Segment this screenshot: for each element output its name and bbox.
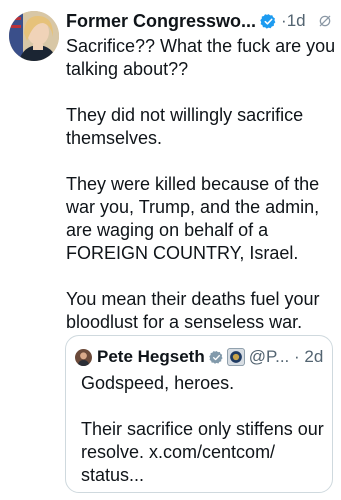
quoted-tweet-card[interactable]: Pete Hegseth @P... · 2d Godspeed, heroes… (65, 335, 333, 493)
author-avatar[interactable] (9, 11, 59, 61)
tweet-paragraph: They did not willingly sacrifice themsel… (66, 105, 304, 148)
tweet-text: Sacrifice?? What the fuck are you talkin… (66, 35, 336, 357)
quoted-verified-badge-icon (208, 350, 224, 365)
quoted-handle-time[interactable]: @P... · 2d (249, 347, 324, 367)
quoted-author-name[interactable]: Pete Hegseth (97, 347, 205, 367)
tweet-paragraph: Sacrifice?? What the fuck are you talkin… (66, 36, 336, 79)
government-affiliation-badge-icon (226, 348, 245, 366)
tweet-header: Former Congresswo... ·1d ··· (66, 9, 341, 33)
author-name[interactable]: Former Congresswo... (66, 11, 256, 32)
avatar-image (9, 11, 59, 61)
tweet-paragraph: They were killed because of the war you,… (66, 174, 320, 263)
quoted-tweet-header: Pete Hegseth @P... · 2d (75, 345, 326, 369)
quoted-author-avatar[interactable] (75, 348, 92, 366)
quoted-paragraph: Godspeed, heroes. (81, 373, 235, 393)
tweet-paragraph: You mean their deaths fuel your bloodlus… (66, 289, 320, 332)
tweet-timestamp[interactable]: ·1d (281, 11, 306, 31)
quoted-tweet-text: Godspeed, heroes. Their sacrifice only s… (81, 372, 326, 492)
verified-badge-icon (260, 13, 277, 30)
grok-icon[interactable] (318, 14, 332, 28)
quoted-paragraph: Their sacrifice only stiffens our resolv… (81, 419, 324, 485)
